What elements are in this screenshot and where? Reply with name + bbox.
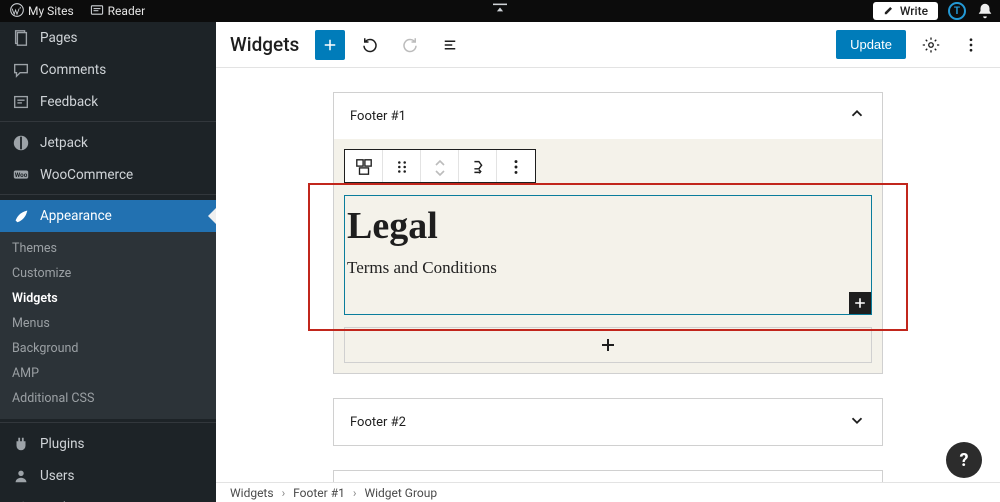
topbar-reader-label: Reader bbox=[108, 4, 145, 18]
add-block-button[interactable] bbox=[315, 30, 345, 60]
settings-button[interactable] bbox=[916, 30, 946, 60]
reader-icon bbox=[90, 3, 104, 20]
submenu-item-menus[interactable]: Menus bbox=[0, 311, 216, 336]
chevron-right-icon: › bbox=[282, 486, 286, 500]
notifications-icon[interactable] bbox=[976, 2, 994, 20]
plugins-icon bbox=[12, 435, 30, 453]
editor-title: Widgets bbox=[230, 33, 299, 56]
users-icon bbox=[12, 467, 30, 485]
submenu-item-customize[interactable]: Customize bbox=[0, 261, 216, 286]
wordpress-logo-icon bbox=[10, 3, 24, 20]
topbar-my-sites-label: My Sites bbox=[28, 4, 74, 18]
help-button[interactable]: ? bbox=[946, 442, 982, 478]
pencil-icon bbox=[883, 4, 895, 19]
crumb-item[interactable]: Widgets bbox=[230, 486, 274, 500]
chevron-up-icon bbox=[848, 105, 866, 127]
sidebar-item-label: Appearance bbox=[40, 208, 112, 224]
sidebar-item-woocommerce[interactable]: Woo WooCommerce bbox=[0, 159, 216, 191]
widget-group-paragraph[interactable]: Terms and Conditions bbox=[347, 258, 869, 278]
widget-area-body: Legal Terms and Conditions bbox=[334, 139, 882, 373]
write-button-label: Write bbox=[900, 4, 928, 18]
jetpack-icon bbox=[12, 134, 30, 152]
redo-button[interactable] bbox=[395, 30, 425, 60]
help-icon: ? bbox=[960, 450, 969, 471]
write-button[interactable]: Write bbox=[873, 2, 938, 20]
widget-area-header[interactable]: Footer #1 bbox=[334, 93, 882, 139]
submenu-item-amp[interactable]: AMP bbox=[0, 361, 216, 386]
sidebar-item-label: WooCommerce bbox=[40, 167, 133, 183]
wpcom-topbar: My Sites Reader Write T bbox=[0, 0, 1000, 22]
appearance-submenu: Themes Customize Widgets Menus Backgroun… bbox=[0, 232, 216, 419]
widget-group-heading[interactable]: Legal bbox=[347, 204, 869, 248]
chevron-right-icon: › bbox=[353, 486, 357, 500]
topbar-my-sites[interactable]: My Sites bbox=[6, 0, 78, 22]
chevron-down-icon bbox=[434, 167, 446, 177]
chevron-up-icon bbox=[434, 157, 446, 167]
block-toolbar bbox=[344, 149, 536, 183]
appearance-icon bbox=[12, 207, 30, 225]
feedback-icon bbox=[12, 93, 30, 111]
sidebar-item-label: Users bbox=[40, 468, 74, 484]
block-breadcrumb: Widgets › Footer #1 › Widget Group bbox=[216, 482, 1000, 502]
widget-area-footer-2: Footer #2 bbox=[333, 398, 883, 446]
block-type-button[interactable] bbox=[345, 150, 383, 183]
sidebar-item-label: Feedback bbox=[40, 94, 98, 110]
undo-button[interactable] bbox=[355, 30, 385, 60]
comments-icon bbox=[12, 61, 30, 79]
avatar-initial: T bbox=[954, 6, 960, 17]
sidebar-item-appearance[interactable]: Appearance bbox=[0, 200, 216, 232]
woocommerce-icon: Woo bbox=[12, 166, 30, 184]
block-drag-handle[interactable] bbox=[383, 150, 421, 183]
admin-sidebar: Pages Comments Feedback Jetpack Woo WooC… bbox=[0, 22, 216, 502]
submenu-item-additional-css[interactable]: Additional CSS bbox=[0, 386, 216, 411]
sidebar-item-label: Pages bbox=[40, 30, 78, 46]
sidebar-item-tools[interactable]: Tools bbox=[0, 492, 216, 502]
add-inner-block-button[interactable] bbox=[849, 292, 871, 314]
sidebar-item-label: Comments bbox=[40, 62, 106, 78]
list-view-button[interactable] bbox=[435, 30, 465, 60]
user-avatar[interactable]: T bbox=[948, 2, 966, 20]
submenu-item-themes[interactable]: Themes bbox=[0, 236, 216, 261]
sidebar-item-users[interactable]: Users bbox=[0, 460, 216, 492]
pages-icon bbox=[12, 29, 30, 47]
widget-area-title: Footer #2 bbox=[350, 415, 406, 430]
widget-area-title: Footer #1 bbox=[350, 109, 406, 124]
widget-area-header[interactable]: Footer #2 bbox=[334, 399, 882, 445]
submenu-item-widgets[interactable]: Widgets bbox=[0, 286, 216, 311]
chevron-down-icon bbox=[848, 411, 866, 433]
sidebar-item-jetpack[interactable]: Jetpack bbox=[0, 127, 216, 159]
crumb-item[interactable]: Widget Group bbox=[364, 486, 437, 500]
svg-text:Woo: Woo bbox=[15, 171, 28, 179]
block-more-options-button[interactable] bbox=[497, 150, 535, 183]
block-appender[interactable] bbox=[344, 327, 872, 363]
sidebar-item-label: Plugins bbox=[40, 436, 85, 452]
sidebar-item-feedback[interactable]: Feedback bbox=[0, 86, 216, 118]
sidebar-item-comments[interactable]: Comments bbox=[0, 54, 216, 86]
block-move-buttons[interactable] bbox=[421, 150, 459, 183]
submenu-item-background[interactable]: Background bbox=[0, 336, 216, 361]
sidebar-item-label: Jetpack bbox=[40, 135, 88, 151]
sidebar-item-plugins[interactable]: Plugins bbox=[0, 428, 216, 460]
editor-canvas[interactable]: Footer #1 Legal bbox=[216, 68, 1000, 502]
topbar-reader[interactable]: Reader bbox=[86, 0, 149, 22]
more-options-button[interactable] bbox=[956, 30, 986, 60]
update-button[interactable]: Update bbox=[836, 30, 906, 59]
block-move-to-area-button[interactable] bbox=[459, 150, 497, 183]
widgets-editor: Widgets Update Footer #1 bbox=[216, 22, 1000, 502]
topbar-collapse-icon[interactable] bbox=[493, 2, 507, 19]
widget-group-block[interactable]: Legal Terms and Conditions bbox=[344, 195, 872, 315]
sidebar-item-pages[interactable]: Pages bbox=[0, 22, 216, 54]
editor-toolbar: Widgets Update bbox=[216, 22, 1000, 68]
widget-area-footer-1: Footer #1 Legal bbox=[333, 92, 883, 374]
crumb-item[interactable]: Footer #1 bbox=[293, 486, 345, 500]
